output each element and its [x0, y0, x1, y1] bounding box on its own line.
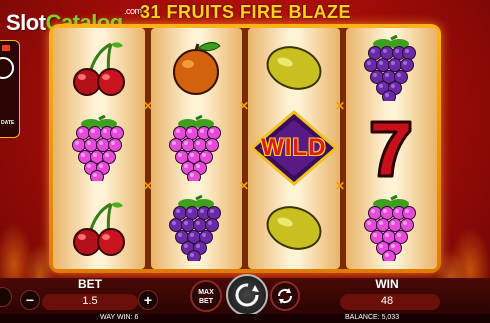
lemon-symbol	[248, 28, 340, 108]
grapes-symbol	[53, 108, 145, 188]
wild-text: WILD	[261, 134, 327, 161]
balance-text: BALANCE: 5,033	[345, 314, 400, 321]
way-win-text: WAY WIN: 6	[100, 314, 139, 321]
bet-label: BET	[78, 277, 102, 291]
side-menu-panel[interactable]: DATE	[0, 40, 20, 138]
reel-2	[150, 28, 243, 269]
lemon-symbol	[248, 188, 340, 268]
payline-marker-icon: ✕	[239, 99, 250, 113]
grapes-symbol	[151, 108, 243, 188]
grapes-dark-symbol	[346, 28, 438, 108]
win-value: 48	[380, 295, 394, 307]
win-label: WIN	[375, 277, 399, 291]
spin-button[interactable]	[226, 274, 268, 316]
spin-arrows-icon	[235, 283, 259, 307]
menu-indicator-icon	[2, 45, 10, 51]
payline-marker-icon: ✕	[143, 99, 154, 113]
payline-marker-icon: ✕	[239, 179, 250, 193]
payline-marker-icon: ✕	[335, 179, 346, 193]
autoplay-button[interactable]	[270, 281, 300, 311]
max-bet-line1: MAX	[198, 289, 214, 296]
bet-value: 1.5	[82, 295, 98, 307]
max-bet-button[interactable]: MAX BET	[190, 280, 222, 312]
bet-decrease-button[interactable]: −	[20, 290, 40, 310]
status-bar: WAY WIN: 6 BALANCE: 5,033	[0, 314, 490, 323]
reel-1	[53, 28, 145, 269]
grapes-dark-symbol	[151, 188, 243, 268]
seven-symbol	[346, 108, 438, 188]
autoplay-icon	[277, 288, 293, 304]
reels-frame: WILD ✕ ✕ ✕ ✕ ✕ ✕	[49, 24, 441, 273]
orange-symbol	[151, 28, 243, 108]
reel-4	[345, 28, 438, 269]
menu-circle-button[interactable]	[0, 57, 14, 79]
cherry-symbol	[53, 28, 145, 108]
menu-edge-button[interactable]	[0, 287, 12, 307]
payline-marker-icon: ✕	[335, 99, 346, 113]
reel-3: WILD	[248, 28, 340, 269]
payline-marker-icon: ✕	[143, 179, 154, 193]
cherry-symbol	[53, 188, 145, 268]
wild-symbol: WILD	[248, 108, 340, 188]
max-bet-line2: BET	[199, 298, 213, 305]
side-menu-label: DATE	[1, 120, 15, 126]
reels-area: WILD	[53, 28, 437, 269]
grapes-symbol	[346, 188, 438, 268]
bet-increase-button[interactable]: +	[138, 290, 158, 310]
game-title: 31 FRUITS FIRE BLAZE	[140, 2, 352, 22]
